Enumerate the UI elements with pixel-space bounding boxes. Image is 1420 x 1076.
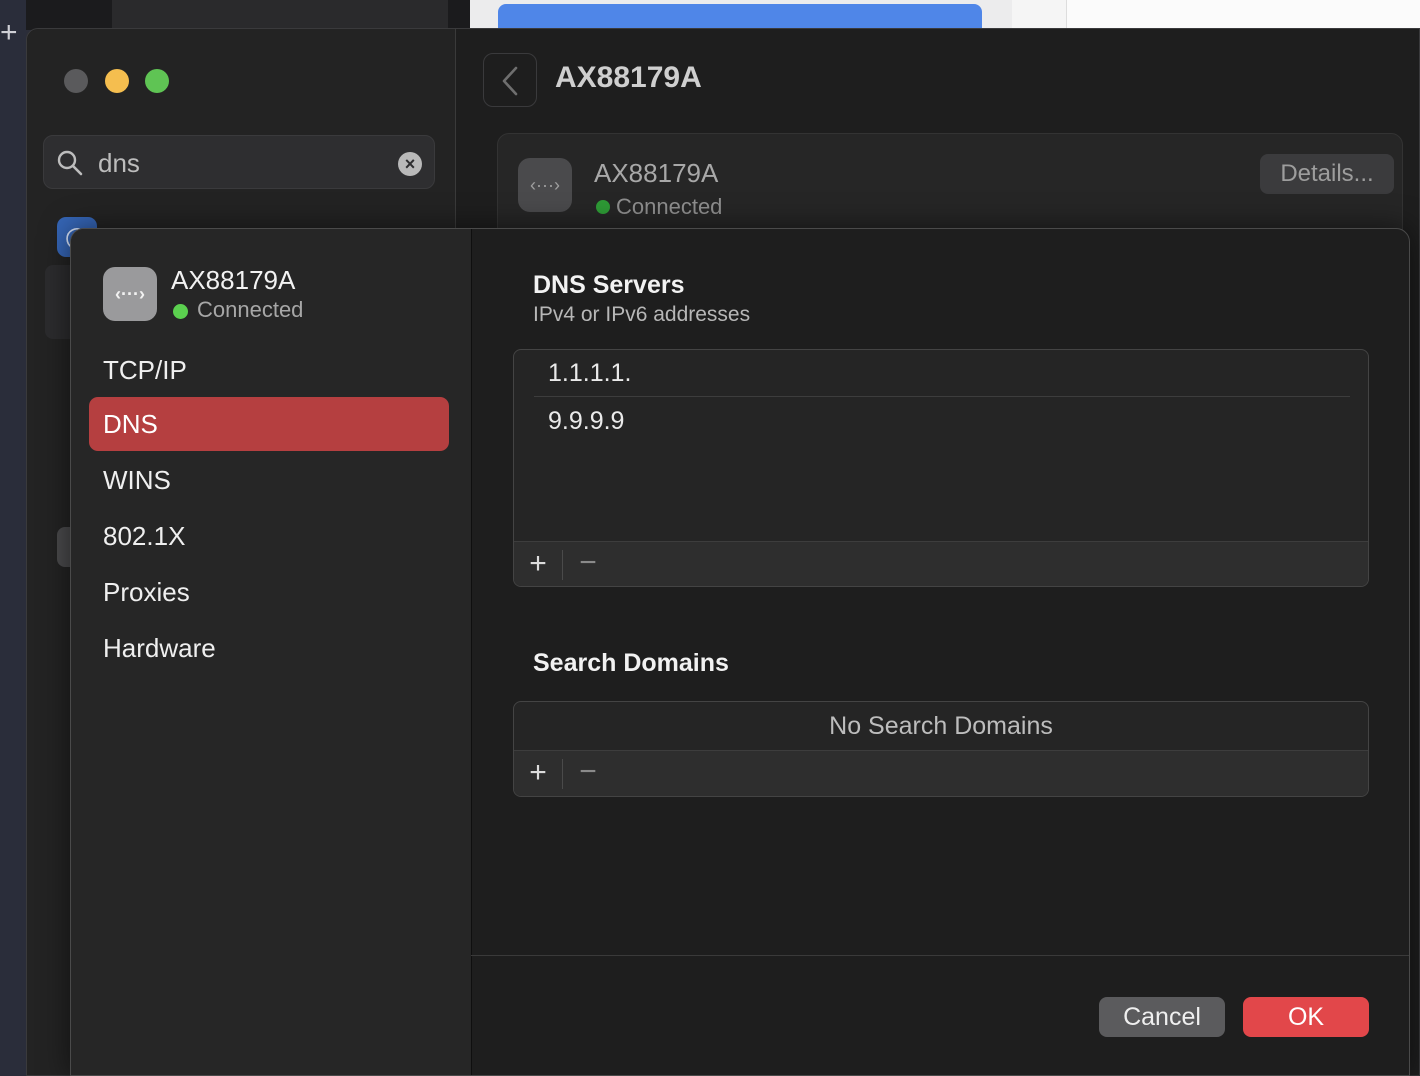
ethernet-icon: ‹···› bbox=[518, 158, 572, 212]
search-field[interactable]: dns × bbox=[43, 135, 435, 189]
chevron-left-icon bbox=[502, 66, 518, 96]
nav-item-tcpip[interactable]: TCP/IP bbox=[89, 343, 449, 397]
sheet-content: DNS Servers IPv4 or IPv6 addresses 1.1.1… bbox=[471, 229, 1409, 1075]
nav-item-dns[interactable]: DNS bbox=[89, 397, 449, 451]
interface-name: AX88179A bbox=[594, 158, 719, 188]
ethernet-icon: ‹···› bbox=[103, 267, 157, 321]
interface-status: Connected bbox=[197, 297, 304, 322]
search-domains-toolbar: + − bbox=[514, 750, 1368, 796]
remove-dns-button[interactable]: − bbox=[574, 546, 602, 582]
details-button[interactable]: Details... bbox=[1260, 154, 1394, 194]
add-icon[interactable]: + bbox=[0, 18, 26, 48]
dns-servers-subtitle: IPv4 or IPv6 addresses bbox=[533, 303, 751, 326]
footer-divider bbox=[471, 955, 1409, 956]
interface-status: Connected bbox=[616, 194, 723, 219]
search-domains-empty: No Search Domains bbox=[829, 712, 1053, 740]
dns-servers-title: DNS Servers bbox=[533, 271, 685, 299]
clear-search-icon[interactable]: × bbox=[398, 152, 422, 176]
page-title: AX88179A bbox=[555, 61, 702, 94]
window-close-button[interactable] bbox=[64, 69, 88, 93]
dns-servers-list: 1.1.1.1. 9.9.9.9 + − bbox=[513, 349, 1369, 587]
nav-item-8021x[interactable]: 802.1X bbox=[89, 509, 449, 563]
nav-item-proxies[interactable]: Proxies bbox=[89, 565, 449, 619]
add-dns-button[interactable]: + bbox=[524, 546, 552, 582]
window-minimize-button[interactable] bbox=[105, 69, 129, 93]
nav-item-hardware[interactable]: Hardware bbox=[89, 621, 449, 675]
list-item[interactable]: 1.1.1.1. bbox=[548, 350, 1348, 396]
sheet-sidebar: ‹···› AX88179A Connected TCP/IP DNS WINS… bbox=[71, 229, 472, 1075]
background-blue-button bbox=[498, 4, 982, 30]
details-sheet: ‹···› AX88179A Connected TCP/IP DNS WINS… bbox=[70, 228, 1410, 1076]
add-search-domain-button[interactable]: + bbox=[524, 755, 552, 791]
cancel-button[interactable]: Cancel bbox=[1099, 997, 1225, 1037]
status-dot-icon bbox=[596, 200, 610, 214]
search-input[interactable]: dns bbox=[98, 148, 140, 179]
sidebar-selection bbox=[45, 265, 73, 339]
back-button[interactable] bbox=[483, 53, 537, 107]
status-dot-icon bbox=[173, 304, 188, 319]
desktop-edge: + bbox=[0, 0, 26, 1076]
list-item[interactable]: 9.9.9.9 bbox=[548, 398, 1348, 444]
dns-list-toolbar: + − bbox=[514, 541, 1368, 586]
nav-item-wins[interactable]: WINS bbox=[89, 453, 449, 507]
window-zoom-button[interactable] bbox=[145, 69, 169, 93]
interface-name: AX88179A bbox=[171, 265, 296, 295]
search-domains-title: Search Domains bbox=[533, 649, 729, 677]
background-apps-strip bbox=[26, 0, 1420, 30]
search-icon bbox=[56, 149, 84, 182]
remove-search-domain-button[interactable]: − bbox=[574, 755, 602, 791]
ok-button[interactable]: OK bbox=[1243, 997, 1369, 1037]
search-domains-list: No Search Domains + − bbox=[513, 701, 1369, 797]
